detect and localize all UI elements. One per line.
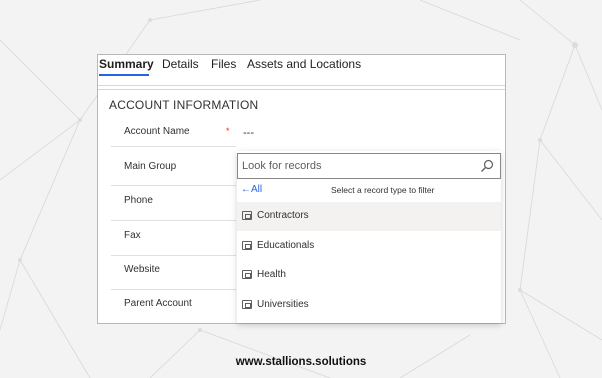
record-type-option-health[interactable]: Health [237, 261, 501, 290]
option-label: Universities [257, 299, 309, 310]
entity-icon [242, 211, 252, 220]
field-label-phone: Phone [124, 195, 153, 206]
tab-files[interactable]: Files [211, 57, 236, 71]
account-name-value[interactable]: --- [243, 127, 254, 139]
field-label-parent-account: Parent Account [124, 298, 192, 309]
back-all-label: All [251, 184, 263, 195]
tab-assets-and-locations[interactable]: Assets and Locations [247, 57, 361, 71]
field-label-fax: Fax [124, 230, 141, 241]
entity-icon [242, 270, 252, 279]
filter-hint-text: Select a record type to filter [331, 185, 435, 195]
field-label-account-name: Account Name [124, 126, 190, 137]
record-lookup-dropdown: ←All Select a record type to filter Cont… [237, 151, 501, 323]
record-type-option-universities[interactable]: Universities [237, 291, 501, 320]
active-tab-indicator [99, 74, 149, 76]
tab-bar: Summary Details Files Assets and Locatio… [98, 55, 505, 86]
field-label-website: Website [124, 264, 160, 275]
website-footer-text: www.stallions.solutions [235, 356, 367, 368]
back-to-all-button[interactable]: ←All [241, 184, 262, 195]
tab-details[interactable]: Details [162, 57, 199, 71]
lookup-search-input[interactable] [242, 157, 472, 175]
option-label: Health [257, 269, 286, 280]
option-label: Contractors [257, 210, 309, 221]
section-title: ACCOUNT INFORMATION [109, 98, 259, 112]
record-type-option-educationals[interactable]: Educationals [237, 232, 501, 261]
option-label: Educationals [257, 240, 315, 251]
entity-icon [242, 241, 252, 250]
back-arrow-icon: ← [241, 184, 251, 195]
tab-summary[interactable]: Summary [99, 57, 154, 71]
entity-icon [242, 300, 252, 309]
record-type-filter-bar: ←All Select a record type to filter [237, 181, 501, 201]
field-label-main-group: Main Group [124, 161, 177, 172]
lookup-search-box [237, 153, 501, 179]
required-indicator: * [226, 126, 230, 136]
record-type-option-contractors[interactable]: Contractors [237, 202, 501, 231]
search-icon[interactable] [480, 159, 494, 173]
